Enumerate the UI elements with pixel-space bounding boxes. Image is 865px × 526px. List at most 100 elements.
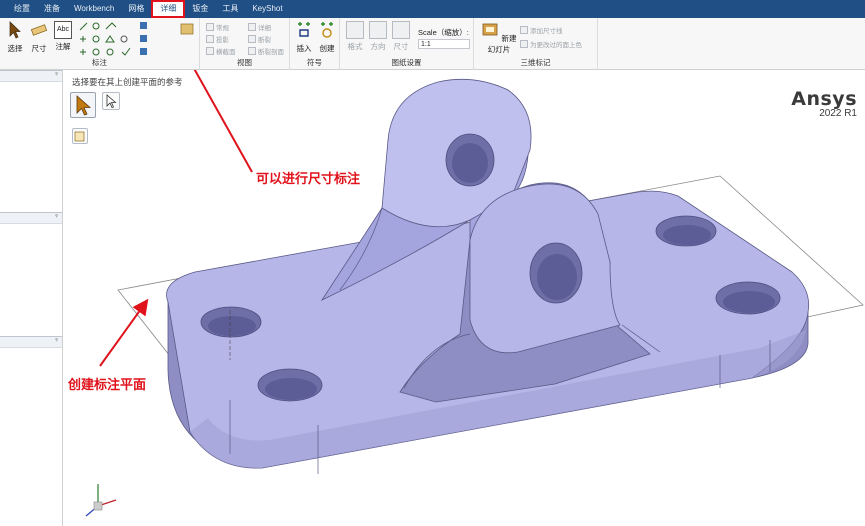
model-canvas[interactable] xyxy=(64,70,865,526)
front-lug-hole-inner xyxy=(537,254,577,300)
tab-mesh[interactable]: 网格 xyxy=(121,0,151,18)
tab-prepare[interactable]: 准备 xyxy=(37,0,67,18)
mark3d-group-label: 三维标记 xyxy=(520,58,551,67)
rear-lug-hole-inner xyxy=(452,143,488,183)
insert-symbol-icon xyxy=(298,22,310,37)
axis-triad xyxy=(85,484,117,517)
left-panel: ᵠ ᵠ ᵠ xyxy=(0,70,63,526)
cursor-outline-icon xyxy=(106,94,117,108)
view-general-button[interactable]: 常规 xyxy=(206,22,229,32)
plane-hint-label: 创建标注平面 xyxy=(68,378,147,393)
format-paint-icon xyxy=(180,23,194,35)
view-break-button[interactable]: 断裂 xyxy=(248,34,271,44)
symbol-group-label: 符号 xyxy=(307,58,322,67)
table3-icon xyxy=(140,48,147,55)
scale-select[interactable]: 1:1 xyxy=(418,39,470,49)
cursor-arrow-icon xyxy=(9,21,21,39)
layers-pane[interactable]: ᵠ xyxy=(0,212,62,336)
create-symbol-icon xyxy=(321,22,333,38)
symbol-group: 插入 创建 符号 xyxy=(290,18,340,70)
pin-icon-3[interactable]: ᵠ xyxy=(55,338,58,344)
tab-design[interactable]: 绘置 xyxy=(0,0,37,18)
dimension-line-icon xyxy=(520,26,528,34)
pin-icon-2[interactable]: ᵠ xyxy=(55,214,58,220)
tab-sheetmetal[interactable]: 钣金 xyxy=(185,0,215,18)
center-mark-icon xyxy=(92,22,100,30)
weld-icon xyxy=(105,35,115,43)
view-detail-button[interactable]: 详细 xyxy=(248,22,271,32)
menu-bar: 绘置 准备 Workbench 网格 详细 钣金 工具 KeyShot xyxy=(0,0,865,18)
insert-symbol-button[interactable]: 插入 xyxy=(292,21,316,54)
base-hole-2-inner xyxy=(265,378,317,400)
view-break-section-icon xyxy=(248,47,256,55)
sketch-plane-icon xyxy=(74,131,85,142)
ruler-icon xyxy=(30,24,48,36)
tab-workbench[interactable]: Workbench xyxy=(67,0,121,18)
view-group-label: 视图 xyxy=(237,58,252,67)
gear-icon xyxy=(106,48,114,56)
format-button[interactable]: 格式 xyxy=(343,21,367,52)
sheet-size-icon xyxy=(392,21,410,39)
view-section-icon xyxy=(206,47,214,55)
tab-detail[interactable]: 详细 xyxy=(151,0,186,18)
pin-icon[interactable]: ᵠ xyxy=(55,72,58,78)
search-icon xyxy=(120,35,128,43)
tab-tools[interactable]: 工具 xyxy=(215,0,245,18)
check-icon xyxy=(121,47,131,56)
sheet-setup-group: 格式 方向 尺寸 Scale（缩放）: 1:1 图纸设置 xyxy=(340,18,474,70)
view-break-section-button[interactable]: 断裂剖面 xyxy=(248,46,284,56)
plus-icon xyxy=(80,49,86,55)
note-abc-icon: Abc xyxy=(54,21,72,39)
select-tool-alt-button[interactable] xyxy=(102,92,120,110)
slide-icon xyxy=(483,23,498,36)
paint-faces-icon xyxy=(520,40,528,48)
balloon-icon xyxy=(92,48,100,56)
brand-name: Ansys xyxy=(791,88,857,110)
view-section-button[interactable]: 横截面 xyxy=(206,46,236,56)
table-icon xyxy=(140,22,147,29)
select-button[interactable]: 选择 xyxy=(3,21,27,54)
format-sheet-icon xyxy=(346,21,364,39)
structure-pane[interactable]: ᵠ xyxy=(0,70,62,212)
add-dimension-line-button[interactable]: 添加尺寸线 xyxy=(520,25,563,35)
bolt-circle-icon xyxy=(92,35,100,43)
select-tool-button[interactable] xyxy=(70,92,96,118)
mark3d-group: 新建幻灯片 添加尺寸线 为更改过的面上色 三维标记 xyxy=(474,18,598,70)
cross-icon xyxy=(80,36,86,42)
view-projection-button[interactable]: 投影 xyxy=(206,34,229,44)
create-symbol-button[interactable]: 创建 xyxy=(315,21,339,54)
sketch-plane-button[interactable] xyxy=(72,128,88,144)
orientation-button[interactable]: 方向 xyxy=(366,21,390,52)
annotation-group: 选择 尺寸 Abc 注解 标注 xyxy=(0,18,200,70)
table2-icon xyxy=(140,35,147,42)
annotation-group-label: 标注 xyxy=(92,58,107,67)
new-slide-button[interactable]: 新建幻灯片 xyxy=(480,21,518,55)
color-changed-faces-button[interactable]: 为更改过的面上色 xyxy=(520,39,582,49)
orientation-icon xyxy=(369,21,387,39)
status-prompt: 选择要在其上创建平面的参考 xyxy=(72,77,183,87)
base-hole-4-inner xyxy=(723,291,775,313)
tab-keyshot[interactable]: KeyShot xyxy=(245,0,289,18)
ribbon: 选择 尺寸 Abc 注解 标注 常规 详细 投影 断裂 横截面 断裂剖面 视图 … xyxy=(0,18,865,70)
structure-pane-header: ᵠ xyxy=(0,71,62,82)
properties-pane-header: ᵠ xyxy=(0,337,62,348)
format-edit-button[interactable] xyxy=(174,21,200,43)
ansys-logo: Ansys 2022 R1 xyxy=(791,88,857,119)
view-general-icon xyxy=(206,23,214,31)
dimension-button[interactable]: 尺寸 xyxy=(27,21,51,54)
view-projection-icon xyxy=(206,35,214,43)
datum-icon xyxy=(105,22,117,30)
plane-hint-arrow xyxy=(99,298,149,367)
note-button[interactable]: Abc 注解 xyxy=(51,21,75,52)
sheet-setup-group-label: 图纸设置 xyxy=(391,58,422,67)
dimension-hint-label: 可以进行尺寸标注 xyxy=(256,172,361,187)
3d-viewport[interactable]: 选择要在其上创建平面的参考 Ansys 2022 R1 xyxy=(64,70,865,526)
base-hole-3-inner xyxy=(663,225,711,245)
annotation-symbol-grid xyxy=(79,22,147,56)
layers-pane-header: ᵠ xyxy=(0,213,62,224)
view-break-icon xyxy=(248,35,256,43)
view-group: 常规 详细 投影 断裂 横截面 断裂剖面 视图 xyxy=(200,18,290,70)
line-tool-icon xyxy=(79,22,88,31)
sheet-size-button[interactable]: 尺寸 xyxy=(389,21,413,52)
properties-pane[interactable]: ᵠ xyxy=(0,336,62,526)
